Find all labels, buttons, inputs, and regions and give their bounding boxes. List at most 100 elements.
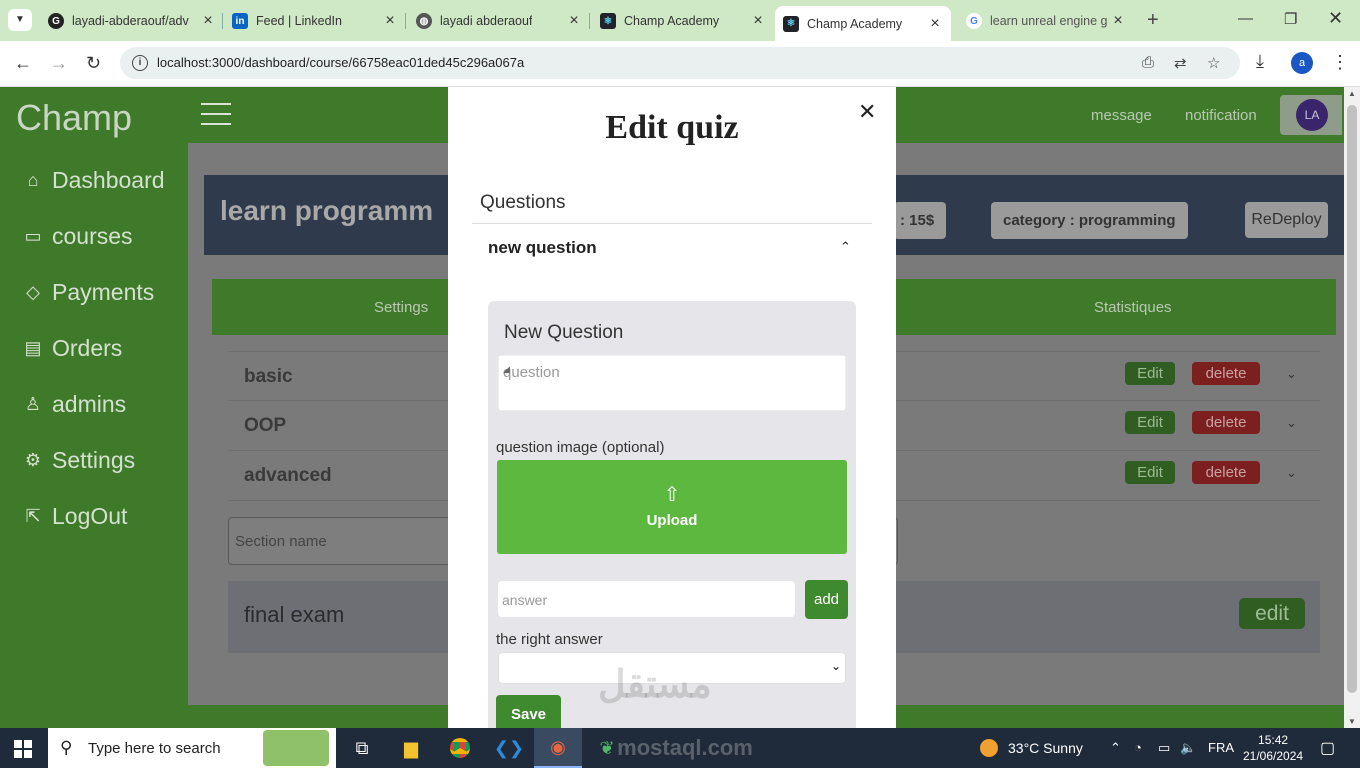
divider (472, 223, 872, 224)
archive-icon: ▭ (24, 226, 42, 246)
react-icon: ⚛ (783, 15, 799, 32)
google-icon: G (966, 13, 982, 29)
vertical-scrollbar[interactable]: ▲ ▼ (1344, 87, 1360, 728)
windows-start-icon[interactable] (14, 740, 32, 758)
install-app-icon[interactable]: ⎙ (1142, 54, 1154, 71)
save-button[interactable]: Save (496, 695, 561, 728)
hamburger-menu-icon[interactable] (201, 103, 231, 127)
chrome-icon[interactable] (436, 728, 484, 768)
edit-section-button[interactable]: Edit (1125, 411, 1175, 434)
sidebar-item-payments[interactable]: ◇ Payments (22, 279, 154, 306)
download-icon[interactable]: ⤓ (1256, 51, 1264, 72)
tab-settings[interactable]: Settings (374, 299, 428, 316)
questions-heading: Questions (480, 192, 566, 213)
bookmark-star-icon[interactable]: ☆ (1207, 54, 1220, 72)
accordion-header[interactable]: new question (488, 238, 597, 258)
close-tab-icon[interactable]: × (566, 12, 582, 30)
add-answer-button[interactable]: add (805, 580, 848, 619)
taskbar-clock[interactable]: 15:42 21/06/2024 (1243, 732, 1303, 764)
answer-input[interactable]: answer (498, 581, 795, 617)
final-exam-edit-button[interactable]: edit (1239, 598, 1305, 629)
final-exam-title: final exam (244, 602, 345, 627)
vscode-icon[interactable]: ❮❯ (485, 728, 533, 768)
site-info-icon[interactable]: i (132, 55, 148, 71)
sidebar-item-logout[interactable]: ⇱ LogOut (22, 503, 127, 530)
avatar: LA (1296, 99, 1328, 131)
delete-section-button[interactable]: delete (1192, 411, 1260, 434)
notification-center-icon[interactable]: ▢ (1320, 738, 1335, 758)
url-text[interactable]: localhost:3000/dashboard/course/66758eac… (157, 55, 524, 70)
reload-icon[interactable]: ↻ (86, 53, 101, 74)
sidebar-item-courses[interactable]: ▭ courses (22, 223, 132, 250)
browser-tab-6[interactable]: G learn unreal engine g × (966, 8, 1128, 34)
close-tab-icon[interactable]: × (750, 12, 766, 30)
notification-link[interactable]: notification (1185, 107, 1257, 124)
edit-section-button[interactable]: Edit (1125, 461, 1175, 484)
browser-tab-2[interactable]: in Feed | LinkedIn × (232, 8, 400, 34)
tab-statistiques[interactable]: Statistiques (1094, 299, 1172, 316)
browser-tab-4[interactable]: ⚛ Champ Academy × (600, 8, 768, 34)
browser-toolbar: ← → ↻ i localhost:3000/dashboard/course/… (0, 41, 1360, 87)
resize-grip-icon[interactable]: ◢ (503, 364, 843, 409)
redeploy-button[interactable]: ReDeploy (1245, 202, 1328, 238)
tag-icon: ◇ (26, 282, 40, 302)
translate-icon[interactable]: ⇄ (1174, 54, 1187, 72)
search-highlight-image (263, 730, 329, 766)
react-icon: ⚛ (600, 13, 616, 29)
window-close-icon[interactable]: ✕ (1328, 8, 1343, 29)
chevron-down-icon[interactable]: ⌄ (1286, 366, 1297, 382)
browser-tab-5-active[interactable]: ⚛ Champ Academy × (775, 6, 951, 41)
browser-tab-3[interactable]: ◍ layadi abderaouf × (416, 8, 584, 34)
task-view-icon[interactable]: ⧉ (338, 728, 386, 768)
sidebar-item-settings[interactable]: ⚙ Settings (22, 447, 135, 474)
volume-icon[interactable]: 🔈 (1180, 740, 1196, 756)
minimize-icon[interactable]: — (1238, 10, 1253, 27)
browser-menu-icon[interactable]: ⋮ (1331, 52, 1349, 73)
category-chip: category : programming (991, 202, 1188, 239)
close-tab-icon[interactable]: × (927, 15, 943, 33)
linkedin-icon: in (232, 13, 248, 29)
upload-icon: ⇧ (663, 484, 681, 506)
edit-section-button[interactable]: Edit (1125, 362, 1175, 385)
new-tab-button[interactable]: + (1147, 9, 1159, 32)
scroll-up-icon[interactable]: ▲ (1348, 89, 1356, 98)
weather-widget[interactable]: 33°C Sunny (980, 739, 1083, 757)
scroll-down-icon[interactable]: ▼ (1348, 717, 1356, 726)
edit-quiz-modal: Edit quiz ✕ Questions new question ⌃ New… (448, 87, 896, 728)
back-arrow-icon[interactable]: ← (14, 53, 32, 74)
chevron-down-icon[interactable]: ⌄ (1286, 465, 1297, 481)
upload-button[interactable]: ⇧ Upload (497, 460, 847, 554)
chevron-down-icon[interactable]: ⌄ (1286, 415, 1297, 431)
sidebar-item-orders[interactable]: ▤ Orders (22, 335, 122, 362)
clipboard-icon: ▤ (24, 338, 42, 358)
message-link[interactable]: message (1091, 107, 1152, 124)
address-bar[interactable]: i localhost:3000/dashboard/course/66758e… (120, 47, 1240, 79)
sidebar-item-admins[interactable]: ♙ admins (22, 391, 126, 418)
browser-tab-1[interactable]: G layadi-abderaouf/adv × (48, 8, 218, 34)
close-tab-icon[interactable]: × (200, 12, 216, 30)
language-indicator[interactable]: FRA (1208, 740, 1234, 755)
forward-arrow-icon[interactable]: → (50, 53, 68, 74)
sidebar-item-dashboard[interactable]: ⌂ Dashboard (22, 167, 165, 194)
delete-section-button[interactable]: delete (1192, 362, 1260, 385)
taskbar-search[interactable]: ⚲ Type here to search (48, 728, 336, 768)
scrollbar-thumb[interactable] (1347, 105, 1357, 693)
close-tab-icon[interactable]: × (382, 12, 398, 30)
delete-section-button[interactable]: delete (1192, 461, 1260, 484)
user-menu[interactable]: LA (1280, 95, 1342, 135)
tab-search-menu-button[interactable]: ▼ (8, 9, 32, 31)
show-hidden-icons[interactable]: ⌃ (1110, 740, 1121, 756)
tray-clock-icon[interactable]: ◔ (1134, 740, 1142, 755)
restore-icon[interactable]: ❐ (1284, 10, 1297, 28)
chevron-up-icon[interactable]: ⌃ (840, 239, 851, 255)
postman-icon[interactable]: ◉ (534, 728, 582, 768)
close-icon[interactable]: ✕ (858, 99, 876, 125)
network-icon[interactable]: ▭ (1158, 740, 1170, 756)
course-title: learn programm (220, 195, 434, 226)
watermark: مستقل (598, 664, 712, 706)
question-textarea[interactable]: question ◢ (498, 355, 846, 411)
profile-avatar[interactable]: a (1291, 52, 1313, 74)
sidebar: Champ ⌂ Dashboard ▭ courses ◇ Payments ▤… (0, 87, 188, 728)
file-explorer-icon[interactable]: ▆ (387, 728, 435, 768)
close-tab-icon[interactable]: × (1110, 12, 1126, 30)
